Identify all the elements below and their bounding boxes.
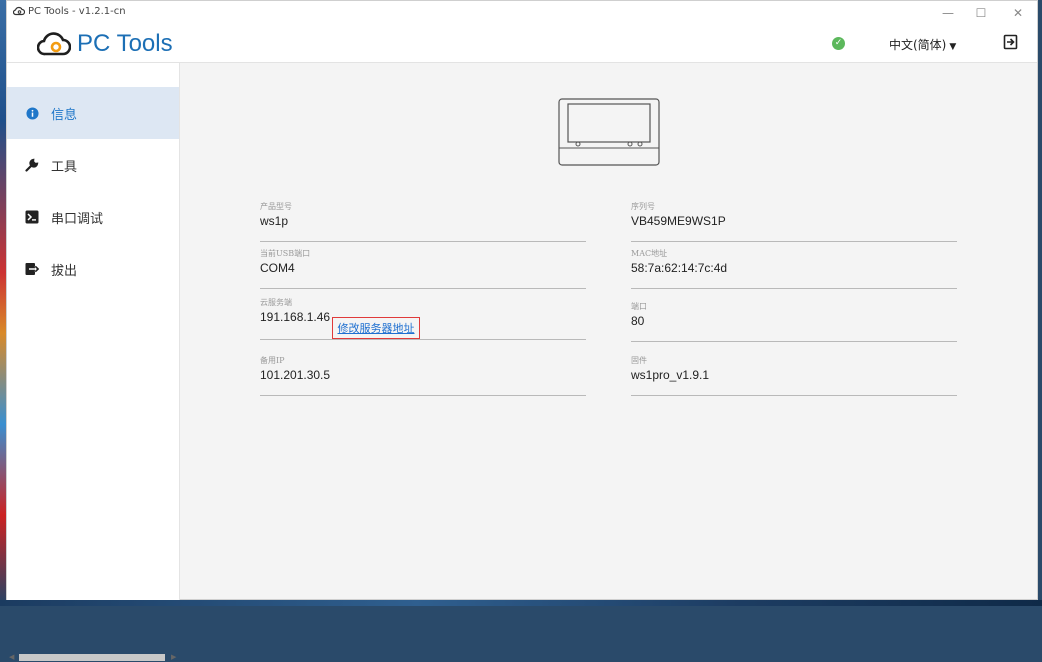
sidebar-item-label: 信息 [51, 107, 78, 123]
scroll-left-arrow-icon[interactable]: ◀ [9, 653, 14, 661]
caret-down-icon: ▼ [949, 42, 957, 52]
product-model-value: ws1p [260, 214, 289, 228]
sign-out-icon [25, 262, 39, 276]
scroll-right-arrow-icon[interactable]: ▶ [171, 653, 176, 661]
firmware-value: ws1pro_v1.9.1 [631, 368, 710, 382]
cloud-server-field: 云服务端 191.168.1.46 [260, 297, 586, 340]
sidebar-item-info[interactable]: 信息 [7, 87, 179, 139]
minimize-button[interactable]: — [933, 3, 963, 23]
close-button[interactable]: ✕ [1003, 3, 1033, 23]
port-label: 端口 [631, 302, 647, 311]
cloud-server-value: 191.168.1.46 [260, 310, 331, 324]
app-header: PC Tools ✓ 中文(简体) ▼ [7, 25, 1037, 63]
language-label: 中文(简体) [889, 38, 947, 52]
mac-address-field: MAC地址 58:7a:62:14:7c:4d [631, 248, 957, 289]
app-logo: PC Tools [37, 30, 173, 58]
title-bar[interactable]: PC Tools - v1.2.1-cn — ☐ ✕ [7, 1, 1037, 25]
sidebar-item-label: 串口调试 [51, 211, 104, 227]
info-circle-icon [25, 106, 39, 120]
window-title: PC Tools - v1.2.1-cn [28, 6, 126, 17]
port-field: 端口 80 [631, 301, 957, 342]
sidebar-item-eject[interactable]: 拔出 [7, 243, 179, 295]
usb-port-field: 当前USB端口 COM4 [260, 248, 586, 289]
logo-text: PC Tools [77, 30, 173, 57]
sign-out-icon[interactable] [1003, 34, 1019, 50]
sidebar: 信息 工具 串口调试 拔出 ◀ ▶ [7, 63, 180, 661]
cloud-logo-icon [13, 6, 25, 16]
backup-ip-label: 备用IP [260, 356, 285, 365]
usb-port-value: COM4 [260, 261, 295, 275]
sidebar-item-tools[interactable]: 工具 [7, 139, 179, 191]
mac-address-value: 58:7a:62:14:7c:4d [631, 261, 728, 275]
device-illustration [558, 98, 660, 166]
sidebar-horizontal-scrollbar[interactable]: ◀ ▶ [9, 653, 176, 662]
connection-status-check-icon: ✓ [832, 37, 845, 50]
serial-number-value: VB459ME9WS1P [631, 214, 726, 228]
serial-number-label: 序列号 [631, 202, 655, 211]
maximize-button[interactable]: ☐ [966, 3, 996, 23]
cloud-logo-icon [37, 32, 71, 56]
usb-port-label: 当前USB端口 [260, 249, 311, 258]
backup-ip-field: 备用IP 101.201.30.5 [260, 355, 586, 396]
sidebar-item-label: 拔出 [51, 263, 78, 279]
wrench-icon [25, 158, 39, 172]
firmware-field: 固件 ws1pro_v1.9.1 [631, 355, 957, 396]
mac-address-label: MAC地址 [631, 249, 668, 258]
backup-ip-value: 101.201.30.5 [260, 368, 331, 382]
app-window: PC Tools - v1.2.1-cn — ☐ ✕ PC Tools ✓ 中文… [6, 0, 1038, 661]
modify-server-address-link[interactable]: 修改服务器地址 [332, 317, 420, 339]
info-panel: 产品型号 ws1p 序列号 VB459ME9WS1P 当前USB端口 COM4 … [180, 63, 1037, 600]
product-model-label: 产品型号 [260, 202, 292, 211]
sidebar-item-serial-debug[interactable]: 串口调试 [7, 191, 179, 243]
product-model-field: 产品型号 ws1p [260, 201, 586, 242]
sidebar-item-label: 工具 [51, 159, 78, 175]
cloud-server-label: 云服务端 [260, 298, 292, 307]
port-value: 80 [631, 314, 645, 328]
scrollbar-thumb[interactable] [19, 654, 165, 661]
serial-number-field: 序列号 VB459ME9WS1P [631, 201, 957, 242]
terminal-icon [25, 210, 39, 224]
desktop-taskbar-strip [0, 600, 1042, 606]
firmware-label: 固件 [631, 356, 647, 365]
language-dropdown[interactable]: 中文(简体) ▼ [889, 36, 956, 53]
